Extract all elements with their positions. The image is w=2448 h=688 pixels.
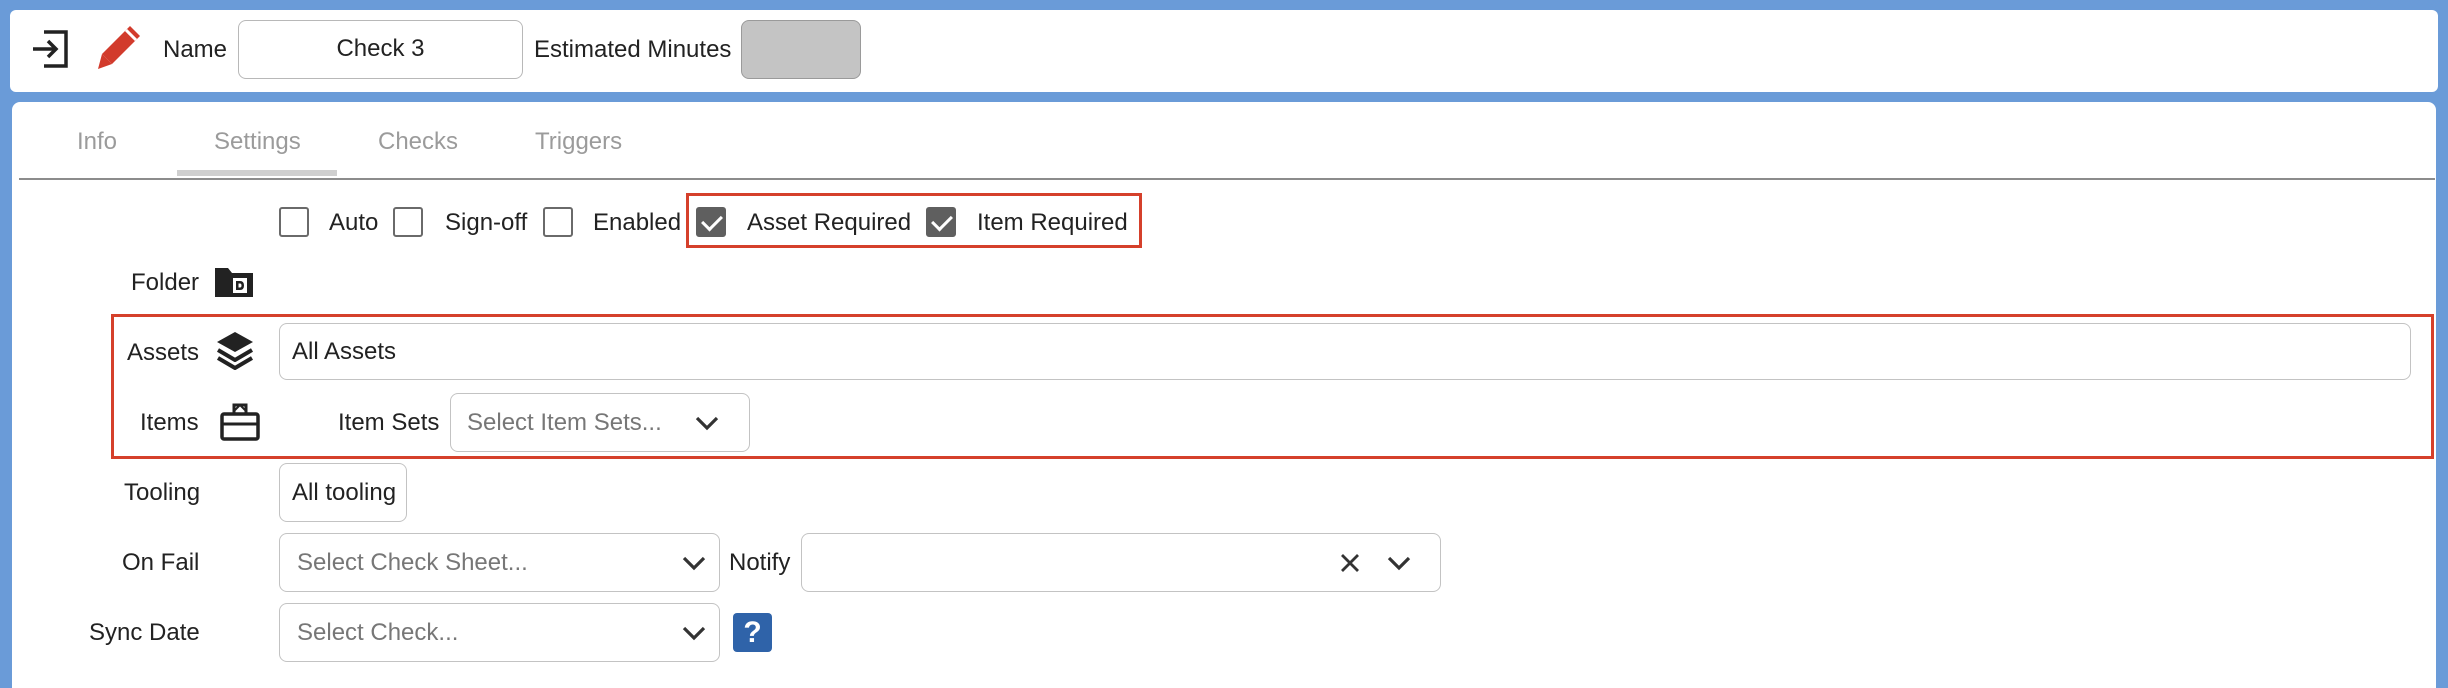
folder-label: Folder xyxy=(131,269,200,296)
item-sets-placeholder: Select Item Sets... xyxy=(467,408,662,436)
item-required-checkbox[interactable] xyxy=(926,207,956,237)
items-label: Items xyxy=(140,409,199,436)
tab-settings[interactable]: Settings xyxy=(214,128,301,156)
enabled-checkbox[interactable] xyxy=(543,207,573,237)
tooling-label: Tooling xyxy=(124,479,201,506)
notify-select[interactable] xyxy=(801,533,1441,592)
tooling-input[interactable]: All tooling xyxy=(279,463,407,522)
estimated-minutes-input[interactable] xyxy=(741,20,861,79)
enabled-label: Enabled xyxy=(593,209,682,236)
chevron-down-icon xyxy=(1387,556,1411,571)
exit-icon[interactable] xyxy=(30,28,72,70)
pencil-icon[interactable] xyxy=(96,22,142,72)
assets-input[interactable]: All Assets xyxy=(279,323,2411,380)
sync-date-placeholder: Select Check... xyxy=(297,618,459,646)
chevron-down-icon xyxy=(695,416,719,431)
asset-required-checkbox[interactable] xyxy=(696,207,726,237)
chevron-down-icon xyxy=(682,556,706,571)
asset-required-label: Asset Required xyxy=(747,209,912,236)
sign-off-checkbox[interactable] xyxy=(393,207,423,237)
tab-checks[interactable]: Checks xyxy=(378,128,458,156)
tab-triggers[interactable]: Triggers xyxy=(535,128,622,156)
chevron-down-icon xyxy=(682,626,706,641)
tabs-divider xyxy=(19,178,2435,180)
help-icon[interactable]: ? xyxy=(733,613,772,652)
sync-date-label: Sync Date xyxy=(89,619,200,646)
clear-icon[interactable] xyxy=(1339,552,1361,574)
sign-off-label: Sign-off xyxy=(445,209,528,236)
on-fail-select[interactable]: Select Check Sheet... xyxy=(279,533,720,592)
sync-date-select[interactable]: Select Check... xyxy=(279,603,720,662)
item-required-label: Item Required xyxy=(977,209,1128,236)
on-fail-placeholder: Select Check Sheet... xyxy=(297,548,528,576)
box-icon[interactable] xyxy=(219,402,261,442)
item-sets-select[interactable]: Select Item Sets... xyxy=(450,393,750,452)
name-label: Name xyxy=(163,36,228,63)
notify-label: Notify xyxy=(729,549,791,576)
layers-icon[interactable] xyxy=(215,330,255,372)
assets-value: All Assets xyxy=(292,337,397,365)
folder-icon[interactable] xyxy=(213,265,255,299)
name-input[interactable]: Check 3 xyxy=(238,20,523,79)
tab-info[interactable]: Info xyxy=(77,128,117,156)
item-sets-label: Item Sets xyxy=(338,409,440,436)
auto-checkbox[interactable] xyxy=(279,207,309,237)
tooling-value: All tooling xyxy=(292,478,397,506)
assets-label: Assets xyxy=(127,339,200,366)
estimated-minutes-label: Estimated Minutes xyxy=(534,36,732,63)
on-fail-label: On Fail xyxy=(122,549,200,576)
active-tab-indicator xyxy=(177,170,337,176)
auto-label: Auto xyxy=(329,209,379,236)
